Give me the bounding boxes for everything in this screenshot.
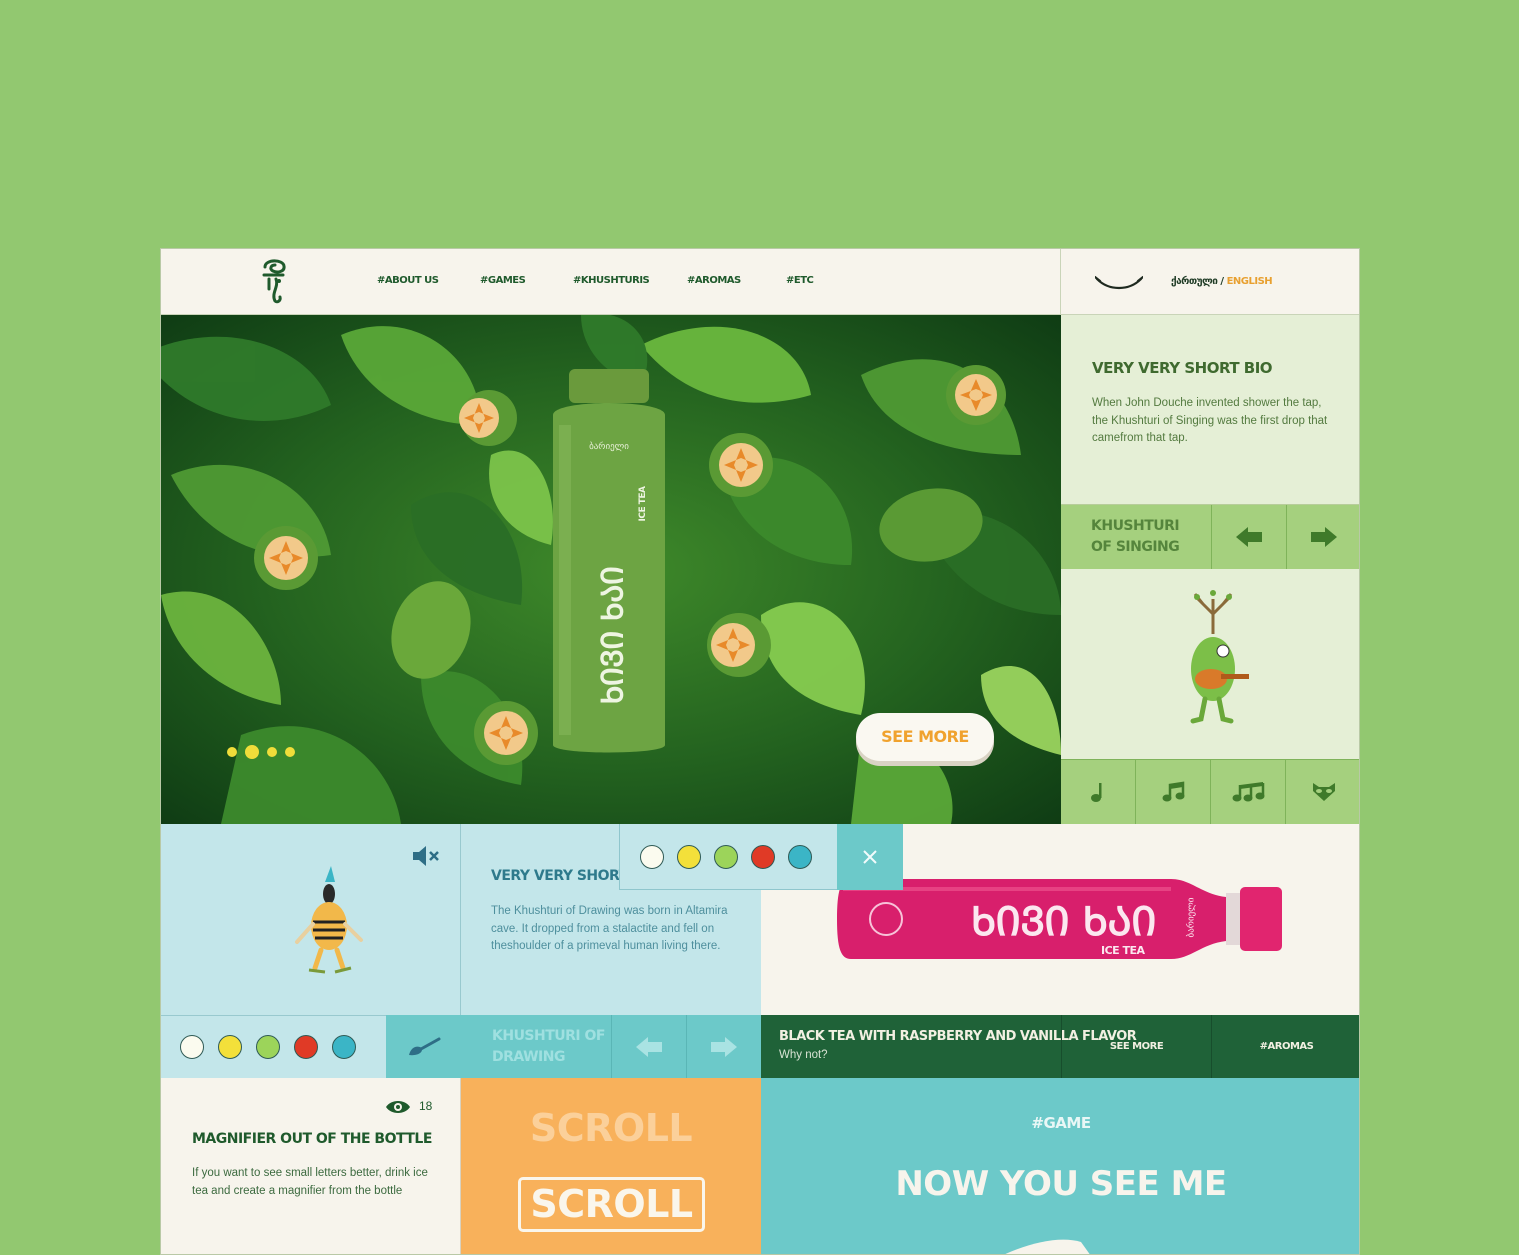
arrow-right-icon [711, 1036, 737, 1057]
hero-bottle-brand: ბარიელი [589, 441, 629, 451]
magnifier-text: If you want to see small letters better,… [192, 1167, 428, 1197]
site-frame: #ABOUT US #GAMES #KHUSHTURIS #AROMAS #ET… [160, 248, 1360, 1255]
arrow-left-icon [1236, 527, 1262, 547]
singing-title: KHUSHTURI OF SINGING [1091, 516, 1180, 558]
drawing-bio-text: The Khushturi of Drawing was born in Alt… [491, 905, 728, 952]
raccoon-icon [1312, 783, 1335, 801]
magnifier-title[interactable]: MAGNIFIER OUT OF THE BOTTLE [192, 1131, 432, 1147]
lang-english[interactable]: ENGLISH [1227, 276, 1273, 287]
swatch-white[interactable] [640, 845, 664, 869]
product-see-more-button[interactable]: SEE MORE [1061, 1015, 1211, 1078]
slide-dot-4[interactable] [285, 746, 295, 757]
drawing-title: KHUSHTURI OF DRAWING [492, 1026, 605, 1068]
product-bottle-brand: ბარიელი [1185, 897, 1196, 938]
magnifier-card: 18 MAGNIFIER OUT OF THE BOTTLE If you wa… [161, 1078, 461, 1254]
nav-games[interactable]: #GAMES [480, 275, 526, 286]
arrow-left-icon [636, 1036, 662, 1057]
bar-swatches [180, 1035, 369, 1059]
mute-icon[interactable] [411, 846, 441, 866]
nav-about-us[interactable]: #ABOUT US [377, 275, 439, 286]
scroll-button[interactable]: SCROLL [518, 1177, 705, 1232]
popup-swatches [640, 845, 825, 869]
drawing-prev-button[interactable] [612, 1015, 686, 1078]
swatch-blue[interactable] [332, 1035, 356, 1059]
note-button-3[interactable] [1211, 760, 1286, 824]
quarter-note-icon [1090, 783, 1101, 802]
swatch-red[interactable] [751, 845, 775, 869]
game-panel: #GAME NOW YOU SEE ME [761, 1078, 1359, 1254]
swatch-blue[interactable] [788, 845, 812, 869]
swatch-white[interactable] [180, 1035, 204, 1059]
views-count: 18 [419, 1099, 433, 1114]
drawing-title-line1: KHUSHTURI OF [492, 1028, 605, 1044]
views-counter: 18 [385, 1099, 432, 1115]
note-button-2[interactable] [1136, 760, 1211, 824]
slider-dots [227, 743, 303, 761]
smile-icon [1095, 275, 1143, 290]
swatch-yellow[interactable] [218, 1035, 242, 1059]
brush-button[interactable] [386, 1015, 461, 1078]
product-aromas-link[interactable]: #AROMAS [1211, 1015, 1359, 1078]
singing-bio-title: VERY VERY SHORT BIO [1092, 359, 1273, 377]
swatch-green[interactable] [714, 845, 738, 869]
swatch-green[interactable] [256, 1035, 280, 1059]
close-palette-button[interactable] [837, 824, 903, 890]
swatch-yellow[interactable] [677, 845, 701, 869]
hero-slider: ბარიელი ᲮᲘᲕᲘ ᲮᲐᲘ ICE TEA SEE MORE [161, 315, 1061, 824]
singing-character-panel [1061, 569, 1359, 759]
brush-icon [408, 1037, 440, 1055]
game-title: NOW YOU SEE ME [895, 1164, 1227, 1204]
close-icon [863, 850, 877, 864]
note-button-4[interactable] [1286, 760, 1359, 824]
hero-bottle-type: ICE TEA [638, 486, 648, 522]
hero-see-more-button[interactable]: SEE MORE [856, 713, 994, 761]
header-right: ქართული / ENGLISH [1061, 249, 1359, 315]
slide-dot-2[interactable] [245, 744, 259, 759]
drawing-character-panel [161, 824, 461, 1015]
eighth-notes-icon [1162, 781, 1184, 802]
slide-dot-3[interactable] [267, 746, 277, 757]
game-paper-shape [1005, 1239, 1090, 1254]
singing-bio-panel: VERY VERY SHORT BIO When John Douche inv… [1061, 315, 1359, 505]
product-bottle-type: ICE TEA [1101, 944, 1145, 957]
nav-khushturis[interactable]: #KHUSHTURIS [573, 275, 650, 286]
lang-georgian[interactable]: ქართული [1171, 276, 1218, 287]
drawing-nav-bar: KHUSHTURI OF DRAWING [461, 1015, 761, 1078]
singing-next-button[interactable] [1287, 505, 1359, 569]
product-subtitle: Why not? [779, 1049, 828, 1061]
scroll-ghost-text: SCROLL [529, 1106, 693, 1150]
slide-dot-1[interactable] [227, 746, 237, 757]
singing-khushturi-character [1190, 590, 1249, 724]
language-switcher: ქართული / ENGLISH [1171, 276, 1273, 287]
game-tag[interactable]: #GAME [761, 1114, 1359, 1132]
scroll-panel: SCROLL SCROLL [461, 1078, 761, 1254]
lang-separator: / [1220, 276, 1224, 287]
singing-bio-text: When John Douche invented shower the tap… [1092, 397, 1328, 444]
header: #ABOUT US #GAMES #KHUSHTURIS #AROMAS #ET… [161, 249, 1061, 315]
singing-prev-button[interactable] [1212, 505, 1286, 569]
product-info-bar: BLACK TEA WITH RASPBERRY AND VANILLA FLA… [761, 1015, 1359, 1078]
arrow-right-icon [1311, 527, 1337, 547]
singing-notes-bar [1061, 759, 1359, 824]
nav-aromas[interactable]: #AROMAS [687, 275, 741, 286]
drawing-next-button[interactable] [687, 1015, 761, 1078]
note-button-1[interactable] [1061, 760, 1136, 824]
triplet-notes-icon [1232, 782, 1264, 802]
brand-logo[interactable] [257, 257, 291, 305]
drawing-khushturi-character [295, 866, 363, 974]
swatch-red[interactable] [294, 1035, 318, 1059]
product-bottle-name: ᲮᲘᲕᲘ ᲮᲐᲘ [970, 899, 1157, 945]
drawing-title-line2: DRAWING [492, 1049, 565, 1065]
singing-title-line1: KHUSHTURI [1091, 518, 1180, 534]
color-palette-popup [619, 824, 839, 890]
singing-title-line2: OF SINGING [1091, 539, 1180, 555]
nav-etc[interactable]: #ETC [786, 275, 814, 286]
eye-icon [386, 1101, 410, 1113]
hero-bottle-name: ᲮᲘᲕᲘ ᲮᲐᲘ [595, 566, 631, 705]
singing-nav-bar: KHUSHTURI OF SINGING [1061, 505, 1359, 569]
